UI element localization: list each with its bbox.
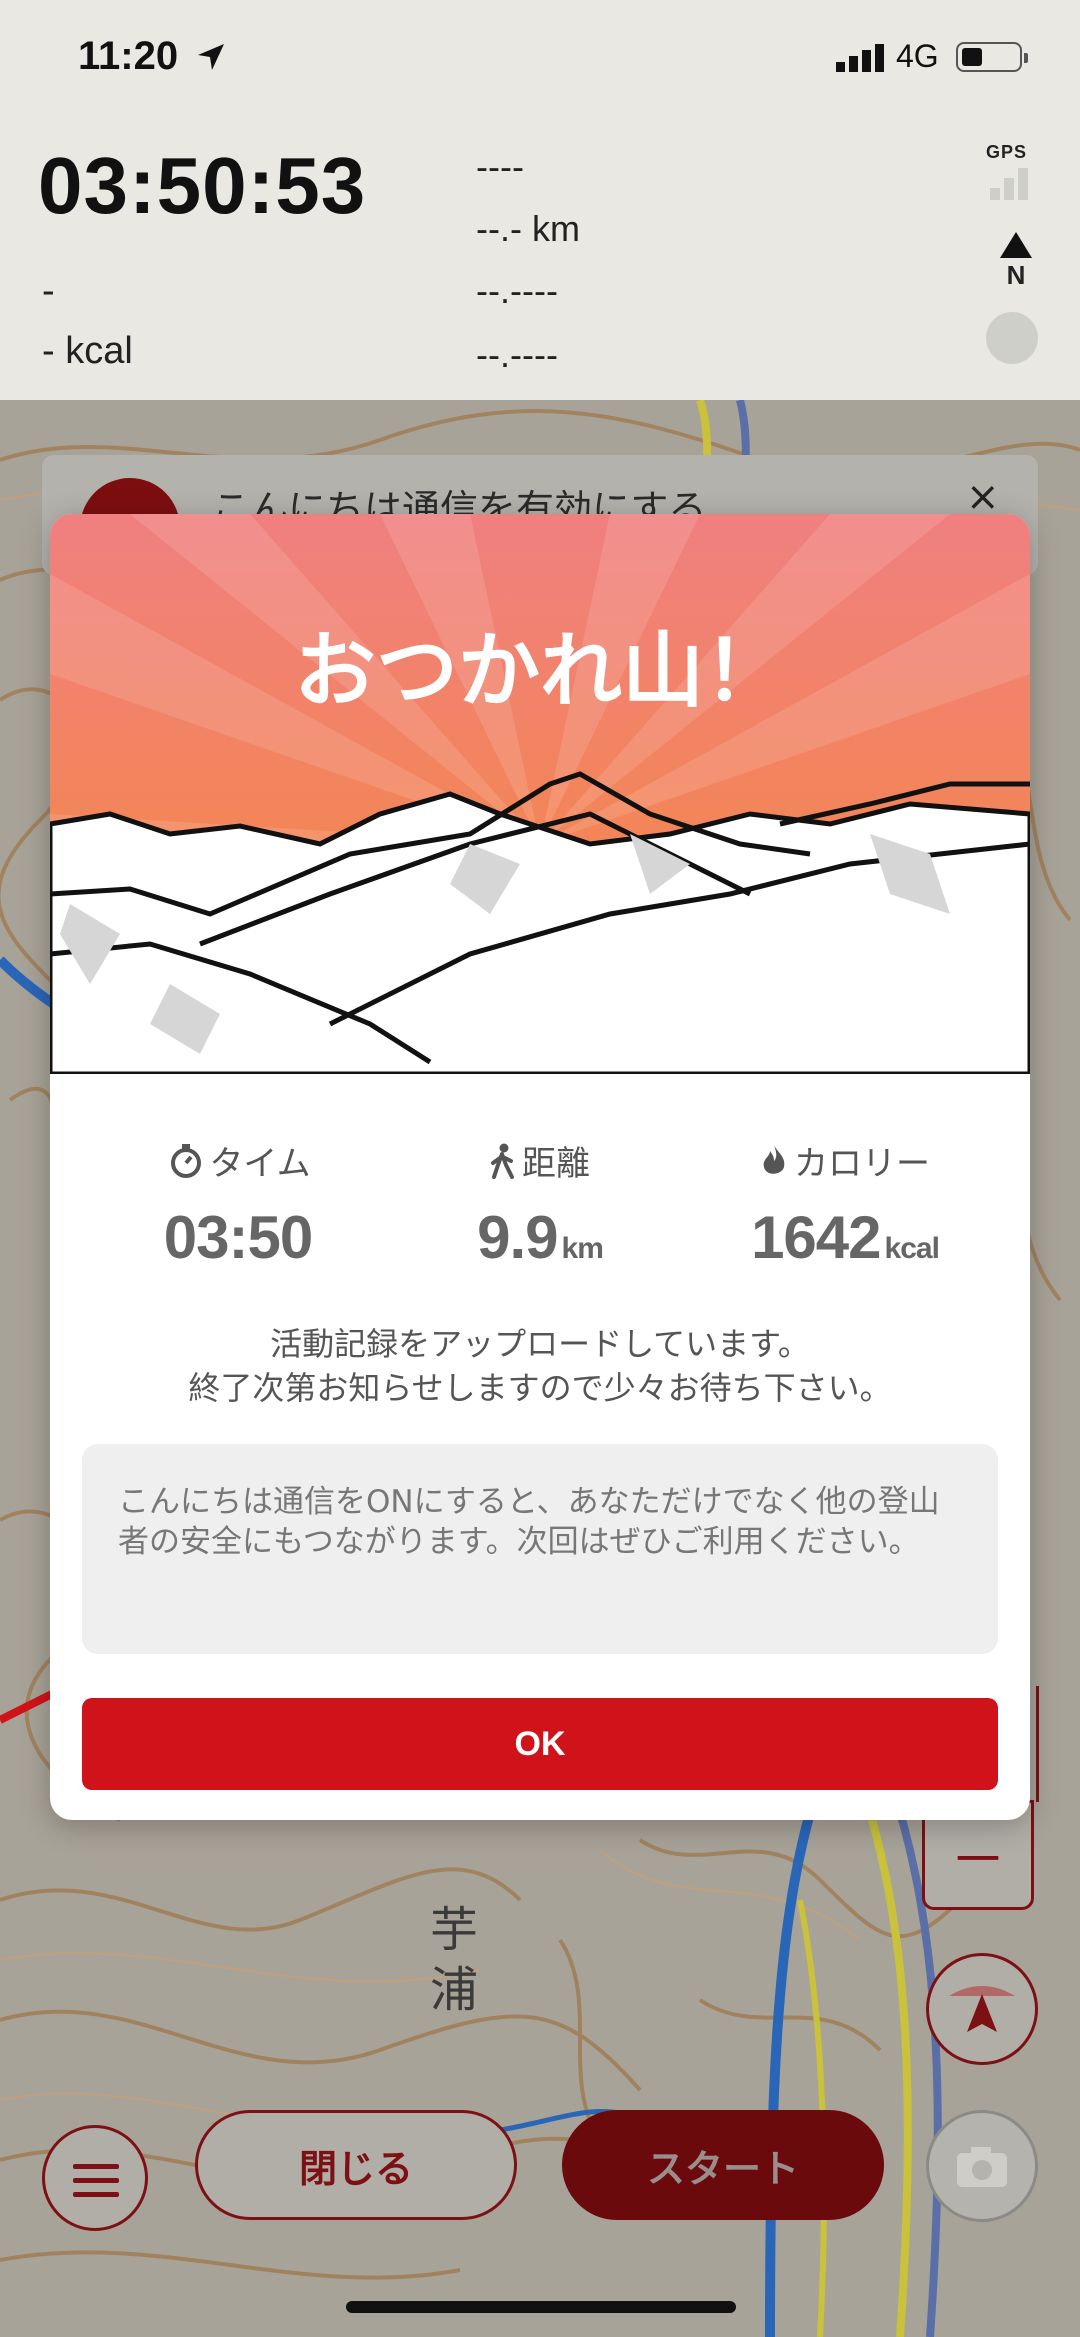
stat-time-value-row: 03:50 [90,1203,390,1272]
stat-distance-value-row: 9.9 km [390,1203,690,1272]
stat-distance: 距離 9.9 km [390,1136,690,1272]
stat-distance-label: 距離 [522,1144,590,1184]
home-indicator[interactable] [346,2301,736,2313]
stat-time-label: タイム [209,1144,311,1184]
stat-distance-label-row: 距離 [390,1136,690,1185]
stat-time: タイム 03:50 [90,1136,390,1272]
upload-message-line2: 終了次第お知らせしますので少々お待ち下さい。 [188,1369,892,1407]
stat-time-label-row: タイム [90,1136,390,1185]
konnichiwa-info-box: こんにちは通信をONにすると、あなただけでなく他の登山者の安全にもつながります。… [82,1444,998,1654]
upload-message: 活動記録をアップロードしています。 終了次第お知らせしますので少々お待ち下さい。 [50,1322,1030,1410]
stat-calorie-unit: kcal [884,1232,940,1265]
stat-distance-unit: km [561,1232,604,1265]
upload-message-line1: 活動記録をアップロードしています。 [270,1325,810,1363]
stat-time-value: 03:50 [163,1204,313,1271]
walker-icon [491,1143,514,1179]
stat-calorie: カロリー 1642 kcal [695,1136,995,1272]
stat-calorie-value: 1642 [751,1204,881,1271]
stat-calorie-label: カロリー [794,1144,930,1184]
stopwatch-icon [171,1143,202,1178]
stat-distance-value: 9.9 [477,1204,558,1271]
ok-button[interactable]: OK [82,1698,998,1790]
stat-calorie-label-row: カロリー [695,1136,995,1185]
stat-calorie-value-row: 1642 kcal [695,1203,995,1272]
flame-icon [763,1144,785,1174]
modal-title: おつかれ山！ [293,624,786,719]
mountain-sunset-illustration [50,514,1030,1074]
completion-modal: おつかれ山！ タイム 03:50 距離 9.9 km カロリー 1642 kcal … [50,514,1030,1820]
